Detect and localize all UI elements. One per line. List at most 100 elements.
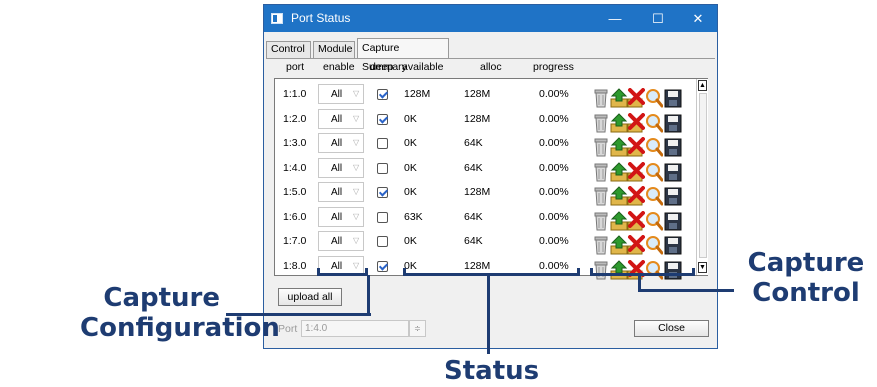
port-label: Port — [278, 323, 298, 335]
upload-icon[interactable] — [610, 235, 628, 255]
magnifier-icon[interactable] — [645, 162, 664, 182]
connector-status — [487, 275, 490, 354]
enable-select[interactable]: All ▽ — [318, 231, 364, 251]
maximize-button[interactable]: ☐ — [638, 5, 678, 32]
column-header-deep: deep — [370, 61, 394, 73]
alloc-cell: 128M — [464, 112, 491, 125]
magnifier-icon[interactable] — [645, 235, 664, 255]
callout-line-1: Capture — [103, 283, 220, 313]
enable-value: All — [331, 138, 343, 149]
close-button[interactable]: Close — [634, 320, 709, 337]
delete-x-icon[interactable] — [627, 88, 645, 108]
alloc-cell: 64K — [464, 210, 483, 223]
magnifier-icon[interactable] — [645, 186, 664, 206]
connector-configuration-v — [367, 275, 370, 316]
port-spinner-icon[interactable]: ≑ — [409, 320, 426, 337]
column-header-port: port — [286, 61, 305, 73]
upload-icon[interactable] — [610, 112, 628, 133]
magnifier-icon[interactable] — [645, 211, 664, 231]
tab-module[interactable]: Module — [313, 41, 355, 58]
deep-checkbox[interactable] — [377, 211, 388, 223]
minimize-button[interactable]: — — [595, 5, 635, 32]
available-cell: 0K — [404, 235, 417, 247]
magnifier-icon[interactable] — [645, 88, 664, 108]
port-cell: 1:4.0 — [283, 161, 307, 174]
deep-checkbox[interactable] — [377, 260, 388, 272]
floppy-save-icon[interactable] — [664, 88, 682, 108]
port-select-input[interactable]: 1:4.0 — [301, 320, 409, 337]
enable-value: All — [331, 211, 343, 223]
magnifier-icon[interactable] — [645, 113, 664, 133]
title-bar[interactable]: Port Status — ☐ ✕ — [264, 5, 717, 32]
delete-x-icon[interactable] — [627, 161, 645, 182]
delete-x-icon[interactable] — [627, 210, 645, 231]
deep-checkbox[interactable] — [377, 236, 388, 247]
deep-checkbox[interactable] — [377, 138, 388, 149]
floppy-save-icon[interactable] — [664, 137, 682, 157]
delete-x-icon[interactable] — [627, 112, 645, 133]
chevron-down-icon: ▽ — [353, 89, 360, 98]
enable-select[interactable]: All ▽ — [318, 157, 364, 178]
upload-icon[interactable] — [610, 161, 628, 182]
available-cell: 0K — [404, 137, 417, 149]
port-cell: 1:8.0 — [283, 259, 307, 272]
tab-control[interactable]: Control — [266, 41, 311, 58]
trash-icon[interactable] — [592, 88, 610, 108]
scroll-thumb[interactable] — [699, 93, 707, 258]
port-cell: 1:3.0 — [283, 137, 307, 149]
window-title: Port Status — [291, 11, 351, 25]
enable-select[interactable]: All ▽ — [318, 133, 364, 153]
progress-cell: 0.00% — [539, 137, 569, 149]
upload-all-button[interactable]: upload all — [278, 288, 342, 306]
app-icon — [271, 13, 283, 24]
trash-icon[interactable] — [592, 186, 610, 206]
delete-x-icon[interactable] — [627, 137, 645, 157]
magnifier-icon[interactable] — [645, 137, 664, 157]
deep-checkbox[interactable] — [377, 89, 388, 100]
floppy-save-icon[interactable] — [664, 235, 682, 255]
upload-icon[interactable] — [610, 137, 628, 157]
enable-value: All — [331, 89, 343, 100]
enable-select[interactable]: All ▽ — [318, 206, 364, 227]
enable-select[interactable]: All ▽ — [318, 84, 364, 104]
progress-cell: 0.00% — [539, 210, 569, 223]
bracket-capture-configuration — [317, 268, 368, 276]
chevron-down-icon: ▽ — [353, 211, 360, 221]
table-row: 1:4.0 All ▽ 0K 64K 0.00% — [275, 156, 695, 181]
table-row: 1:3.0 All ▽ 0K 64K 0.00% — [275, 131, 695, 157]
alloc-cell: 64K — [464, 235, 483, 247]
upload-icon[interactable] — [610, 88, 628, 108]
trash-icon[interactable] — [592, 211, 610, 231]
deep-checkbox[interactable] — [377, 162, 388, 174]
callout-status: Status — [444, 356, 540, 386]
chevron-down-icon: ▽ — [353, 187, 360, 196]
delete-x-icon[interactable] — [627, 186, 645, 206]
vertical-scrollbar[interactable]: ▲ ▼ — [696, 79, 708, 275]
enable-select[interactable]: All ▽ — [318, 108, 364, 129]
trash-icon[interactable] — [592, 162, 610, 182]
scroll-down-icon[interactable]: ▼ — [698, 262, 707, 273]
upload-icon[interactable] — [610, 210, 628, 231]
trash-icon[interactable] — [592, 137, 610, 157]
bracket-capture-control — [590, 268, 695, 276]
progress-cell: 0.00% — [539, 112, 569, 125]
floppy-save-icon[interactable] — [664, 186, 682, 206]
alloc-cell: 128M — [464, 186, 491, 198]
close-window-button[interactable]: ✕ — [678, 5, 718, 32]
tab-capture-summary[interactable]: Capture Summary — [357, 38, 449, 73]
floppy-save-icon[interactable] — [664, 113, 682, 133]
deep-checkbox[interactable] — [377, 187, 388, 198]
upload-icon[interactable] — [610, 186, 628, 206]
chevron-down-icon: ▽ — [353, 236, 360, 245]
scroll-up-icon[interactable]: ▲ — [698, 80, 707, 91]
floppy-save-icon[interactable] — [664, 211, 682, 231]
trash-icon[interactable] — [592, 113, 610, 133]
floppy-save-icon[interactable] — [664, 162, 682, 182]
trash-icon[interactable] — [592, 235, 610, 255]
deep-checkbox[interactable] — [377, 113, 388, 125]
available-cell: 0K — [404, 161, 417, 174]
enable-select[interactable]: All ▽ — [318, 182, 364, 202]
chevron-down-icon: ▽ — [353, 162, 360, 172]
table-row: 1:2.0 All ▽ 0K 128M 0.00% — [275, 107, 695, 132]
delete-x-icon[interactable] — [627, 235, 645, 255]
